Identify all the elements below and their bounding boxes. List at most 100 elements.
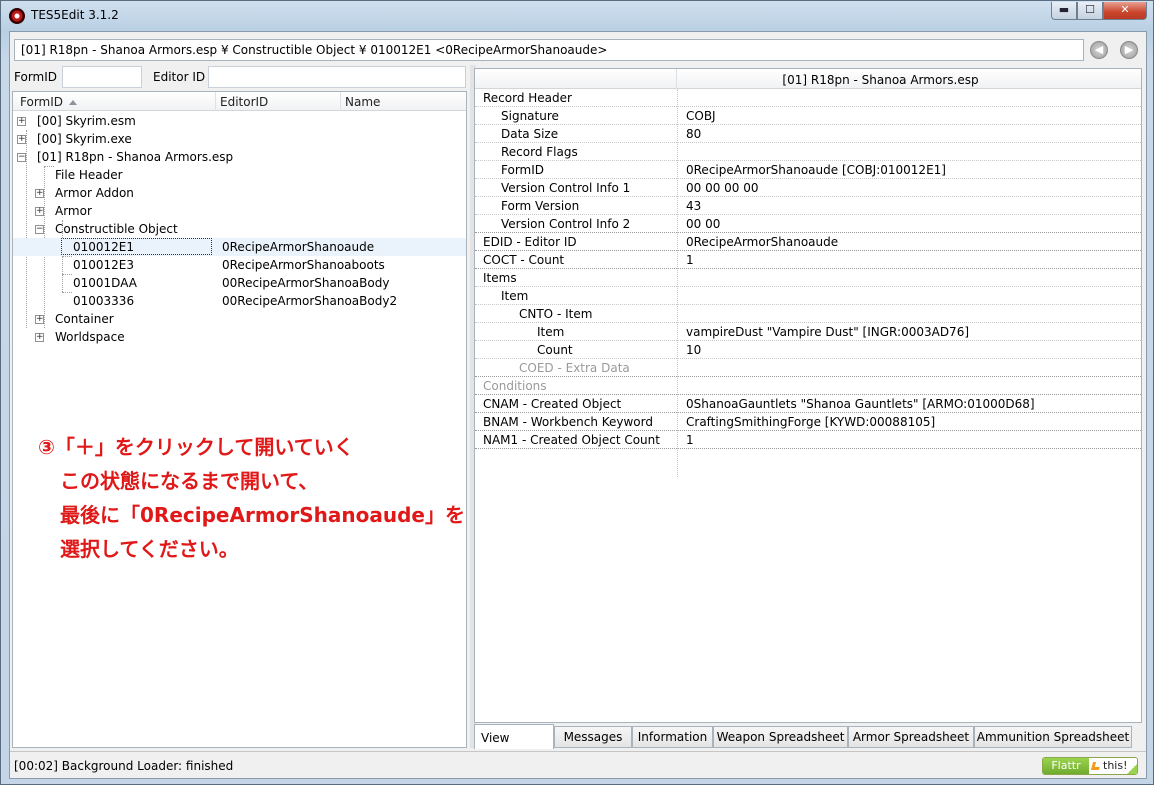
tab-weapon-spreadsheet[interactable]: Weapon Spreadsheet <box>713 726 848 748</box>
column-formid[interactable]: FormID <box>20 95 78 109</box>
title-bar[interactable]: TES5Edit 3.1.2 ▬ ☐ ✕ <box>1 1 1153 31</box>
record-row[interactable]: Version Control Info 2 00 00 <box>475 215 1141 233</box>
record-key: Data Size <box>501 127 559 141</box>
client-area: [01] R18pn - Shanoa Armors.esp ¥ Constru… <box>9 31 1147 779</box>
column-editorid[interactable]: EditorID <box>220 95 268 109</box>
record-key: Items <box>483 271 517 285</box>
expand-plus-icon[interactable]: + <box>17 135 26 144</box>
record-row[interactable]: Conditions <box>475 377 1141 395</box>
tree-row[interactable]: 01001DAA 00RecipeArmorShanoaBody <box>13 274 466 292</box>
record-key: Record Flags <box>501 145 578 159</box>
tree-row-label: 01001DAA <box>73 276 137 290</box>
record-row[interactable]: FormID 0RecipeArmorShanoaude [COBJ:010012… <box>475 161 1141 179</box>
tree-row[interactable]: 010012E3 0RecipeArmorShanoaboots <box>13 256 466 274</box>
tree-row-label: 01003336 <box>73 294 135 308</box>
tree-row-label: 010012E3 <box>73 258 135 272</box>
tree-row-editorid: 0RecipeArmorShanoaboots <box>222 258 385 272</box>
tree-row-label: File Header <box>55 168 123 182</box>
record-row[interactable]: Form Version 43 <box>475 197 1141 215</box>
record-row[interactable]: Count 10 <box>475 341 1141 359</box>
record-row[interactable]: Record Header <box>475 89 1141 107</box>
window-controls: ▬ ☐ ✕ <box>1051 2 1147 20</box>
record-row[interactable]: NAM1 - Created Object Count 1 <box>475 431 1141 449</box>
record-value: 43 <box>686 199 702 213</box>
tree-row-label: [01] R18pn - Shanoa Armors.esp <box>37 150 234 164</box>
record-view-title: [01] R18pn - Shanoa Armors.esp <box>782 73 979 87</box>
record-row[interactable]: CNAM - Created Object 0ShanoaGauntlets "S… <box>475 395 1141 413</box>
record-key: Count <box>537 343 573 357</box>
collapse-minus-icon[interactable]: − <box>17 153 26 162</box>
tree-header: FormID EditorID Name <box>13 92 466 111</box>
sort-ascending-icon <box>69 100 78 105</box>
back-arrow-icon[interactable]: ◀ <box>1090 41 1108 59</box>
flattr-button[interactable]: Flattr this! <box>1042 757 1138 775</box>
filter-row: FormID Editor ID <box>10 65 470 89</box>
tree-row[interactable]: + Armor <box>13 202 466 220</box>
record-key: Item <box>501 289 529 303</box>
app-window: TES5Edit 3.1.2 ▬ ☐ ✕ [01] R18pn - Shanoa… <box>0 0 1154 785</box>
tab-information[interactable]: Information <box>632 726 713 748</box>
editorid-filter-input[interactable] <box>208 66 466 88</box>
maximize-button[interactable]: ☐ <box>1077 2 1103 20</box>
record-key: CNTO - Item <box>519 307 593 321</box>
tree-row[interactable]: − Constructible Object <box>13 220 466 238</box>
column-name[interactable]: Name <box>345 95 380 109</box>
tree-row-editorid: 00RecipeArmorShanoaBody2 <box>222 294 398 308</box>
record-row[interactable]: EDID - Editor ID 0RecipeArmorShanoaude <box>475 233 1141 251</box>
record-key: COED - Extra Data <box>519 361 630 375</box>
record-key: Version Control Info 1 <box>501 181 631 195</box>
annotation-line-1: ③「＋」をクリックして開いていく <box>38 435 354 459</box>
record-path-bar[interactable]: [01] R18pn - Shanoa Armors.esp ¥ Constru… <box>14 39 1084 61</box>
expand-plus-icon[interactable]: + <box>35 315 44 324</box>
formid-filter-label: FormID <box>14 70 58 84</box>
minimize-button[interactable]: ▬ <box>1051 2 1077 20</box>
view-tabs: View Messages Information Weapon Spreads… <box>474 724 1142 750</box>
navigation-pane: FormID Editor ID FormID EditorID Name + … <box>10 65 470 748</box>
record-row[interactable]: Item vampireDust "Vampire Dust" [INGR:000… <box>475 323 1141 341</box>
expand-plus-icon[interactable]: + <box>35 207 44 216</box>
tree-row[interactable]: + Armor Addon <box>13 184 466 202</box>
collapse-minus-icon[interactable]: − <box>35 225 44 234</box>
record-value: CraftingSmithingForge [KYWD:00088105] <box>686 415 936 429</box>
tree-row-label: [00] Skyrim.exe <box>37 132 132 146</box>
record-row[interactable]: Signature COBJ <box>475 107 1141 125</box>
record-value: 00 00 <box>686 217 721 231</box>
expand-plus-icon[interactable]: + <box>35 333 44 342</box>
tree-row[interactable]: 01003336 00RecipeArmorShanoaBody2 <box>13 292 466 310</box>
tab-ammunition-spreadsheet[interactable]: Ammunition Spreadsheet <box>974 726 1132 748</box>
record-value: 0RecipeArmorShanoaude <box>686 235 839 249</box>
tree-row[interactable]: File Header <box>13 166 466 184</box>
flattr-logo-icon <box>1090 762 1102 770</box>
record-row[interactable]: Item <box>475 287 1141 305</box>
record-row[interactable]: COCT - Count 1 <box>475 251 1141 269</box>
record-view[interactable]: [01] R18pn - Shanoa Armors.esp Record He… <box>474 68 1142 723</box>
tab-view[interactable]: View <box>474 724 554 749</box>
record-value: 1 <box>686 253 694 267</box>
close-button[interactable]: ✕ <box>1103 2 1147 20</box>
tree-row[interactable]: + Worldspace <box>13 328 466 346</box>
record-row[interactable]: Version Control Info 1 00 00 00 00 <box>475 179 1141 197</box>
record-row[interactable]: Record Flags <box>475 143 1141 161</box>
tree-row-label: Constructible Object <box>55 222 178 236</box>
record-row[interactable]: Items <box>475 269 1141 287</box>
record-row[interactable]: BNAM - Workbench Keyword CraftingSmithing… <box>475 413 1141 431</box>
forward-arrow-icon[interactable]: ▶ <box>1120 41 1138 59</box>
record-row[interactable]: COED - Extra Data <box>475 359 1141 377</box>
tab-armor-spreadsheet[interactable]: Armor Spreadsheet <box>848 726 974 748</box>
record-row[interactable]: CNTO - Item <box>475 305 1141 323</box>
formid-filter-input[interactable] <box>62 66 142 88</box>
expand-plus-icon[interactable]: + <box>35 189 44 198</box>
tree-row[interactable]: + [00] Skyrim.exe <box>13 130 466 148</box>
tab-messages[interactable]: Messages <box>554 726 632 748</box>
tree-row[interactable]: + [00] Skyrim.esm <box>13 112 466 130</box>
flattr-label: Flattr <box>1043 758 1089 774</box>
tree-row[interactable]: + Container <box>13 310 466 328</box>
tree-row-label: 010012E1 <box>73 240 135 254</box>
tree-row[interactable]: − [01] R18pn - Shanoa Armors.esp <box>13 148 466 166</box>
record-tree[interactable]: FormID EditorID Name + [00] Skyrim.esm +… <box>12 91 467 748</box>
instruction-annotation: ③「＋」をクリックして開いていく この状態になるまで開いて、 最後に「0Reci… <box>38 430 465 566</box>
expand-plus-icon[interactable]: + <box>17 117 26 126</box>
record-row[interactable]: Data Size 80 <box>475 125 1141 143</box>
status-bar: [00:02] Background Loader: finished Flat… <box>10 751 1146 778</box>
tree-row-selected[interactable]: 010012E1 0RecipeArmorShanoaude <box>13 238 466 256</box>
